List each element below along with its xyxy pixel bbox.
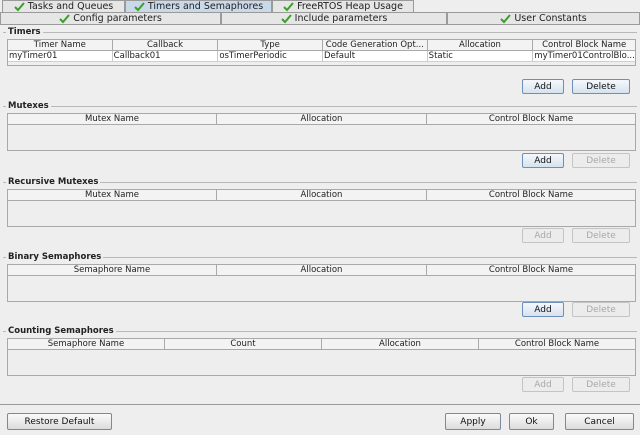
section-title: Binary Semaphores: [6, 252, 104, 262]
section-title: Timers: [6, 27, 43, 37]
counting-semaphores-delete-button[interactable]: Delete: [572, 377, 630, 392]
column-header[interactable]: Callback: [113, 40, 219, 50]
column-header[interactable]: Mutex Name: [8, 114, 217, 124]
tab-label: Include parameters: [294, 13, 388, 24]
column-header[interactable]: Control Block Name: [427, 265, 635, 275]
table-cell[interactable]: myTimer01: [8, 51, 113, 61]
mutexes-delete-button[interactable]: Delete: [572, 153, 630, 168]
tab-label: Tasks and Queues: [27, 1, 114, 12]
check-icon: [59, 13, 70, 23]
check-icon: [14, 1, 25, 11]
tab-include-parameters[interactable]: Include parameters: [221, 12, 447, 24]
ok-button[interactable]: Ok: [509, 413, 554, 430]
column-header[interactable]: Allocation: [322, 339, 479, 349]
section-title: Recursive Mutexes: [6, 177, 101, 187]
column-header[interactable]: Semaphore Name: [8, 339, 165, 349]
check-icon: [500, 13, 512, 23]
table-header: Timer Name Callback Type Code Generation…: [8, 40, 635, 51]
table-header: Mutex Name Allocation Control Block Name: [8, 190, 635, 201]
tab-freertos-heap-usage[interactable]: FreeRTOS Heap Usage: [272, 0, 414, 12]
tab-user-constants[interactable]: User Constants: [447, 12, 640, 24]
binary-semaphores-table[interactable]: Semaphore Name Allocation Control Block …: [7, 264, 636, 302]
column-header[interactable]: Allocation: [428, 40, 534, 50]
counting-semaphores-table[interactable]: Semaphore Name Count Allocation Control …: [7, 338, 636, 376]
binary-semaphores-add-button[interactable]: Add: [522, 302, 564, 317]
tab-label: Timers and Semaphores: [147, 1, 264, 12]
mutexes-add-button[interactable]: Add: [522, 153, 564, 168]
timers-add-button[interactable]: Add: [522, 79, 564, 94]
timers-table[interactable]: Timer Name Callback Type Code Generation…: [7, 39, 636, 66]
tab-label: Config parameters: [73, 13, 162, 24]
table-cell[interactable]: Callback01: [113, 51, 219, 61]
column-header[interactable]: Control Block Name: [427, 190, 635, 200]
table-header: Mutex Name Allocation Control Block Name: [8, 114, 635, 125]
column-header[interactable]: Allocation: [217, 190, 427, 200]
tab-label: User Constants: [514, 13, 587, 24]
column-header[interactable]: Allocation: [217, 114, 427, 124]
table-header: Semaphore Name Allocation Control Block …: [8, 265, 635, 276]
tab-label: FreeRTOS Heap Usage: [297, 1, 403, 12]
column-header[interactable]: Control Block Name: [479, 339, 635, 349]
table-header: Semaphore Name Count Allocation Control …: [8, 339, 635, 350]
table-cell[interactable]: myTimer01ControlBlo...: [533, 51, 635, 61]
column-header[interactable]: Code Generation Opt...: [323, 40, 428, 50]
table-cell[interactable]: Default: [323, 51, 428, 61]
restore-default-button[interactable]: Restore Default: [7, 413, 112, 430]
section-title: Counting Semaphores: [6, 326, 116, 336]
tab-config-parameters[interactable]: Config parameters: [0, 12, 221, 24]
check-icon: [283, 1, 294, 11]
table-row[interactable]: myTimer01 Callback01 osTimerPeriodic Def…: [8, 51, 635, 62]
apply-button[interactable]: Apply: [445, 413, 501, 430]
section-title: Mutexes: [6, 101, 51, 111]
tab-tasks-and-queues[interactable]: Tasks and Queues: [2, 0, 125, 12]
binary-semaphores-delete-button[interactable]: Delete: [572, 302, 630, 317]
recursive-mutexes-add-button[interactable]: Add: [522, 228, 564, 243]
timers-delete-button[interactable]: Delete: [572, 79, 630, 94]
column-header[interactable]: Timer Name: [8, 40, 113, 50]
tab-row-bottom: Config parameters Include parameters Use…: [0, 12, 640, 24]
tab-timers-and-semaphores[interactable]: Timers and Semaphores: [125, 0, 272, 12]
mutexes-table[interactable]: Mutex Name Allocation Control Block Name: [7, 113, 636, 151]
table-cell[interactable]: Static: [428, 51, 534, 61]
table-cell[interactable]: osTimerPeriodic: [218, 51, 323, 61]
column-header[interactable]: Allocation: [217, 265, 427, 275]
recursive-mutexes-delete-button[interactable]: Delete: [572, 228, 630, 243]
dialog-footer: Restore Default Apply Ok Cancel: [0, 404, 640, 435]
column-header[interactable]: Semaphore Name: [8, 265, 217, 275]
tab-row-top: Tasks and Queues Timers and Semaphores F…: [0, 0, 640, 12]
check-icon: [280, 13, 292, 23]
check-icon: [134, 1, 145, 11]
recursive-mutexes-table[interactable]: Mutex Name Allocation Control Block Name: [7, 189, 636, 227]
counting-semaphores-add-button[interactable]: Add: [522, 377, 564, 392]
column-header[interactable]: Count: [165, 339, 322, 349]
cancel-button[interactable]: Cancel: [565, 413, 634, 430]
column-header[interactable]: Control Block Name: [427, 114, 635, 124]
column-header[interactable]: Type: [218, 40, 323, 50]
column-header[interactable]: Mutex Name: [8, 190, 217, 200]
column-header[interactable]: Control Block Name: [533, 40, 635, 50]
